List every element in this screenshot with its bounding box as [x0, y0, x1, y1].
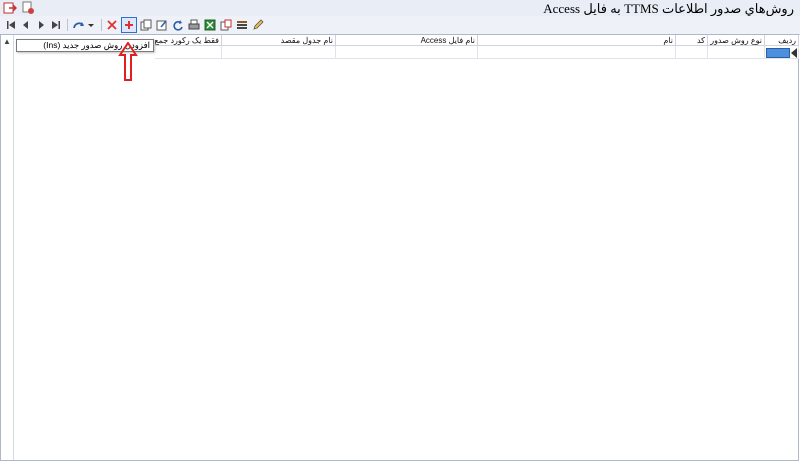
- table-cell[interactable]: [336, 46, 478, 59]
- export-icon: [220, 19, 232, 31]
- data-grid[interactable]: [0, 34, 799, 461]
- previous-record-button[interactable]: [18, 17, 34, 33]
- column-header-export-type[interactable]: نوع روش صدور: [708, 35, 765, 46]
- last-record-button[interactable]: [48, 17, 64, 33]
- column-header-name[interactable]: نام: [478, 35, 676, 46]
- print-button[interactable]: [186, 17, 202, 33]
- edit-button[interactable]: [154, 17, 170, 33]
- column-header-single-sum-record[interactable]: فقط يک رکورد جمع: [155, 35, 222, 46]
- reload-button[interactable]: [170, 17, 186, 33]
- table-cell[interactable]: [676, 46, 708, 59]
- copy-button[interactable]: [138, 17, 154, 33]
- table-cell[interactable]: [222, 46, 336, 59]
- columns-button[interactable]: [234, 17, 250, 33]
- table-cell[interactable]: [155, 46, 222, 59]
- refresh-dropdown-button[interactable]: [71, 17, 95, 33]
- column-header-target-table-name[interactable]: نام جدول مقصد: [222, 35, 336, 46]
- delete-button[interactable]: [104, 17, 120, 33]
- help-icon[interactable]: [21, 1, 35, 15]
- selected-row-cell[interactable]: [766, 48, 790, 58]
- last-icon: [52, 21, 60, 29]
- annotation-arrow-icon: [118, 42, 138, 81]
- toolbar-separator: [67, 19, 68, 31]
- add-icon: [125, 21, 133, 29]
- previous-icon: [23, 21, 28, 29]
- title-bar: روش‌هاي صدور اطلاعات TTMS به فايل Access: [0, 0, 800, 17]
- table-cell[interactable]: [708, 46, 765, 59]
- export-button[interactable]: [218, 17, 234, 33]
- vertical-scrollbar[interactable]: [1, 35, 14, 460]
- toolbar-separator: [101, 19, 102, 31]
- list-icon: [237, 21, 247, 29]
- copy-icon: [140, 19, 152, 31]
- redo-icon: [73, 22, 94, 29]
- next-icon: [39, 21, 44, 29]
- column-header-access-file-name[interactable]: نام فايل Access: [336, 35, 478, 46]
- first-icon: [7, 21, 15, 29]
- table-cell[interactable]: [478, 46, 676, 59]
- design-button[interactable]: [250, 17, 266, 33]
- print-icon: [188, 19, 200, 30]
- first-record-button[interactable]: [3, 17, 19, 33]
- pencil-icon: [253, 19, 264, 30]
- delete-icon: [107, 20, 117, 30]
- excel-export-button[interactable]: [202, 17, 218, 33]
- excel-icon: [204, 19, 216, 31]
- scroll-up-icon[interactable]: ▲: [3, 37, 11, 46]
- column-header-code[interactable]: کد: [676, 35, 708, 46]
- toolbar: [0, 16, 800, 35]
- reload-icon: [173, 20, 183, 31]
- current-row-indicator-icon: [791, 48, 797, 58]
- window-title: روش‌هاي صدور اطلاعات TTMS به فايل Access: [543, 1, 794, 16]
- column-header-row-number[interactable]: رديف: [765, 35, 799, 46]
- add-button[interactable]: [121, 17, 137, 33]
- exit-icon[interactable]: [3, 1, 17, 15]
- next-record-button[interactable]: [33, 17, 49, 33]
- edit-record-icon: [156, 20, 167, 31]
